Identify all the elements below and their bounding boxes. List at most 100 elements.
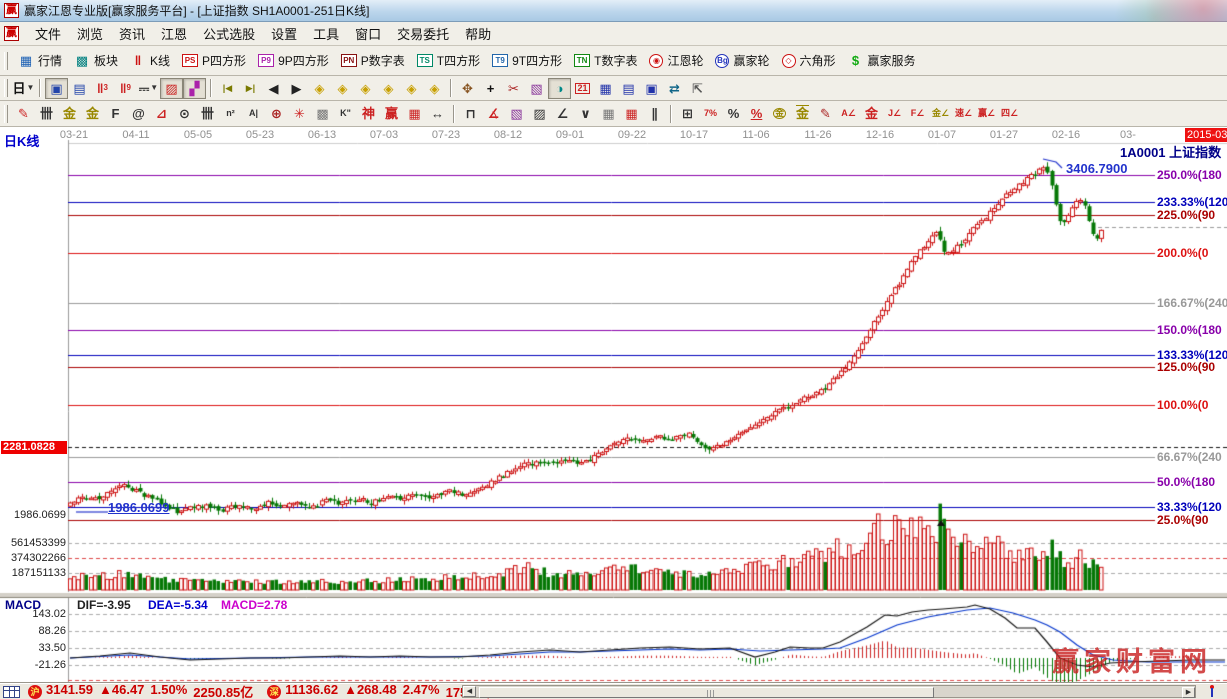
tool-pattern-tool[interactable]: ▧ [525, 78, 548, 99]
tool-wave-angle[interactable]: A∠ [837, 103, 860, 124]
tool-gold-angle[interactable]: 金∠ [929, 103, 952, 124]
tool-fibo-f[interactable]: F [104, 103, 127, 124]
tool-gold-lines-2[interactable]: 金 [81, 103, 104, 124]
tool-save[interactable]: ▣ [640, 78, 663, 99]
tool-percent-line[interactable]: % [745, 103, 768, 124]
tool-hash-lines[interactable]: 卌 [196, 103, 219, 124]
menu-item-9[interactable]: 帮助 [457, 22, 499, 45]
toolbar-button-p-square[interactable]: PSP四方形 [176, 49, 252, 73]
toolbar-button-hexagon[interactable]: ◇六角形 [776, 49, 842, 73]
tool-cut-tool[interactable]: ✂ [502, 78, 525, 99]
tool-color-chart[interactable]: ▞ [183, 78, 206, 99]
tool-gann-fan[interactable]: ∡ [482, 103, 505, 124]
menu-item-6[interactable]: 工具 [305, 22, 347, 45]
toolbar-button-9p-square[interactable]: P99P四方形 [252, 49, 335, 73]
toolbar-button-t-number-table[interactable]: TNT数字表 [568, 49, 643, 73]
tool-zoom-in-h[interactable]: ◈ [331, 78, 354, 99]
tool-k-mark[interactable]: K" [334, 103, 357, 124]
scroll-thumb[interactable] [479, 687, 934, 698]
toolbar-button-9t-square[interactable]: T99T四方形 [486, 49, 568, 73]
menu-item-3[interactable]: 江恩 [153, 22, 195, 45]
tool-v-lines[interactable]: ∨ [574, 103, 597, 124]
tool-shrink-h[interactable]: ◈ [377, 78, 400, 99]
tool-grid-plain[interactable]: ▦ [597, 103, 620, 124]
tool-expand-h[interactable]: ◈ [354, 78, 377, 99]
tool-gold-circle[interactable]: 金 [768, 103, 791, 124]
toolbar-button-quotes[interactable]: ▦行情 [12, 49, 68, 73]
tool-info-panel[interactable]: ▤ [68, 78, 91, 99]
toolbar-button-winner-wheel[interactable]: Bg赢家轮 [709, 49, 775, 73]
tool-percent-7[interactable]: 7% [699, 103, 722, 124]
menu-item-2[interactable]: 资讯 [111, 22, 153, 45]
toolbar-button-kline[interactable]: ‖K线 [124, 49, 176, 73]
tool-angle-lines[interactable]: ∠ [551, 103, 574, 124]
menu-item-7[interactable]: 窗口 [347, 22, 389, 45]
scroll-left-button[interactable]: ◀ [463, 686, 476, 697]
tool-scale-ruler[interactable]: ⊞ [676, 103, 699, 124]
tool-crosshair[interactable]: + [479, 78, 502, 99]
tool-go-prev[interactable]: ◀ [262, 78, 285, 99]
horizontal-scrollbar[interactable]: ◀ ▶ [462, 685, 1196, 698]
tool-pan-hand[interactable]: ✥ [456, 78, 479, 99]
tool-period-selector[interactable]: 日▼ [12, 78, 35, 99]
toolbar-button-gann-wheel[interactable]: ◉江恩轮 [643, 49, 709, 73]
tool-ying-angle[interactable]: 赢∠ [975, 103, 998, 124]
toolbar-button-t-square[interactable]: TST四方形 [411, 49, 486, 73]
tool-width-measure[interactable]: ↔ [426, 103, 449, 124]
tool-fit-screen[interactable]: ◈ [423, 78, 446, 99]
tool-analysis-tool[interactable]: ◑ [548, 78, 571, 99]
tool-gold-red[interactable]: 金 [860, 103, 883, 124]
tool-grid-ruler[interactable]: 卌 [35, 103, 58, 124]
tool-square-web[interactable]: ▩ [311, 103, 334, 124]
tool-gold-lines-1[interactable]: 金 [58, 103, 81, 124]
tool-calendar-21[interactable]: 21 [571, 78, 594, 99]
tool-go-next[interactable]: ▶ [285, 78, 308, 99]
tool-compass-2[interactable]: ⊿ [150, 103, 173, 124]
tool-spiral[interactable]: @ [127, 103, 150, 124]
menu-item-4[interactable]: 公式选股 [195, 22, 263, 45]
tool-candle-style[interactable]: ⎓▼ [137, 78, 160, 99]
tool-matrix-calculator[interactable]: ▦ [594, 78, 617, 99]
tool-kline-3[interactable]: ‖3 [91, 78, 114, 99]
tool-shen-tool[interactable]: 神 [357, 103, 380, 124]
tool-speed-angle[interactable]: 速∠ [952, 103, 975, 124]
quote-table-icon[interactable] [3, 686, 20, 698]
tool-time-cycle[interactable]: ⊙ [173, 103, 196, 124]
menu-item-8[interactable]: 交易委托 [389, 22, 457, 45]
tool-j-angle[interactable]: J∠ [883, 103, 906, 124]
scroll-right-button[interactable]: ▶ [1182, 687, 1195, 698]
tool-circle-cross[interactable]: ⊕ [265, 103, 288, 124]
menu-item-5[interactable]: 设置 [263, 22, 305, 45]
tool-kline-9[interactable]: ‖9 [114, 78, 137, 99]
tool-overlay-chart[interactable]: ▨ [160, 78, 183, 99]
tool-fan-box-purple[interactable]: ▧ [505, 103, 528, 124]
menu-item-1[interactable]: 浏览 [69, 22, 111, 45]
tool-go-first[interactable]: |◀ [216, 78, 239, 99]
toolbar-button-sectors[interactable]: ▩板块 [68, 49, 124, 73]
tool-grid-123[interactable]: ▦ [403, 103, 426, 124]
tool-star-web[interactable]: ✳ [288, 103, 311, 124]
tool-gold-overline[interactable]: 金 [791, 103, 814, 124]
tool-f-angle[interactable]: F∠ [906, 103, 929, 124]
tool-four-angle[interactable]: 四∠ [998, 103, 1021, 124]
tool-chart-window[interactable]: ▣ [45, 78, 68, 99]
toolbar-button-p-number-table[interactable]: PNP数字表 [335, 49, 411, 73]
tool-notes[interactable]: ▤ [617, 78, 640, 99]
tool-percent[interactable]: % [722, 103, 745, 124]
tool-angle-a[interactable]: A| [242, 103, 265, 124]
tool-data-download[interactable]: ⇄ [663, 78, 686, 99]
toolbar-button-winner-service[interactable]: $赢家服务 [842, 49, 922, 73]
tool-fan-box-dark[interactable]: ▨ [528, 103, 551, 124]
tool-parallel-lines[interactable]: ∥ [643, 103, 666, 124]
tool-gann-compass[interactable]: ✎ [12, 103, 35, 124]
tool-expand-v[interactable]: ◈ [400, 78, 423, 99]
tool-grid-red[interactable]: ▦ [620, 103, 643, 124]
tool-n-square[interactable]: n² [219, 103, 242, 124]
tool-brush[interactable]: ✎ [814, 103, 837, 124]
menu-item-0[interactable]: 文件 [27, 22, 69, 45]
tool-go-last[interactable]: ▶| [239, 78, 262, 99]
tool-pillar-tool[interactable]: ⊓ [459, 103, 482, 124]
tool-data-export[interactable]: ⇱ [686, 78, 709, 99]
tool-zoom-out-h[interactable]: ◈ [308, 78, 331, 99]
tool-ying-tool[interactable]: 赢 [380, 103, 403, 124]
